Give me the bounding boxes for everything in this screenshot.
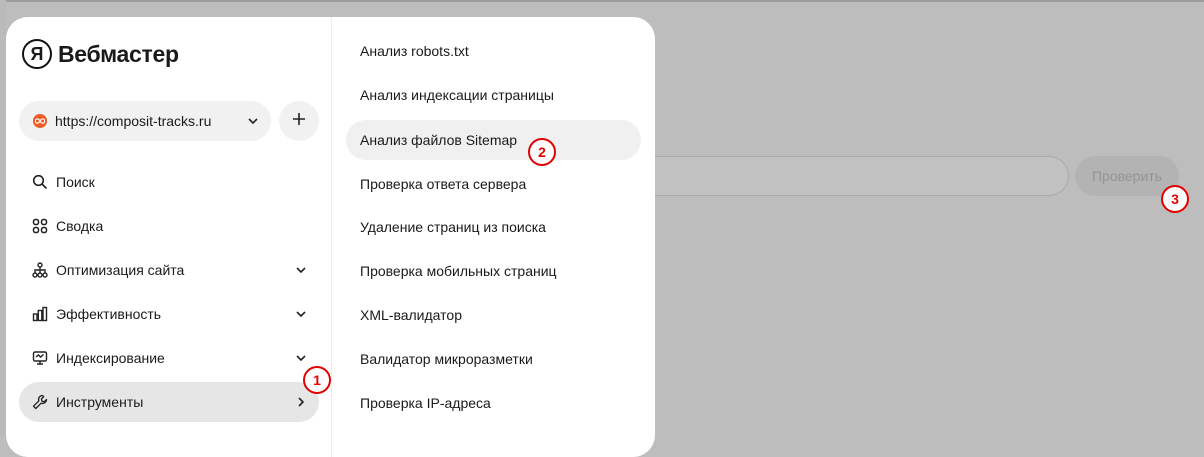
nav-item-label: Поиск <box>56 174 95 190</box>
chevron-right-icon <box>295 395 307 411</box>
nav-item-indexing[interactable]: Индексирование <box>19 338 319 378</box>
submenu-ip-check[interactable]: Проверка IP-адреса <box>346 383 641 423</box>
chevron-down-icon <box>295 351 307 367</box>
app-logo[interactable]: Я Вебмастер <box>22 39 179 69</box>
submenu-markup-validator[interactable]: Валидатор микроразметки <box>346 339 641 379</box>
submenu-page-removal[interactable]: Удаление страниц из поиска <box>346 207 641 247</box>
chevron-down-icon <box>247 114 259 130</box>
nav-item-label: Инструменты <box>56 394 144 410</box>
submenu-server-response-check[interactable]: Проверка ответа сервера <box>346 164 641 204</box>
menu-divider <box>331 17 332 457</box>
submenu-robots-analysis[interactable]: Анализ robots.txt <box>346 31 641 71</box>
nav-item-label: Индексирование <box>56 350 165 366</box>
submenu-page-indexing-analysis[interactable]: Анализ индексации страницы <box>346 75 641 115</box>
app-title: Вебмастер <box>58 40 179 67</box>
wrench-icon <box>31 393 49 411</box>
nav-item-site-optimization[interactable]: Оптимизация сайта <box>19 250 319 290</box>
nav-item-label: Оптимизация сайта <box>56 262 185 278</box>
monitor-icon <box>31 349 49 367</box>
submenu-sitemap-analysis[interactable]: Анализ файлов Sitemap <box>346 120 641 160</box>
site-favicon-icon <box>33 114 47 128</box>
submenu-xml-validator[interactable]: XML-валидатор <box>346 295 641 335</box>
nav-item-label: Эффективность <box>56 306 162 322</box>
yandex-logo-icon: Я <box>22 39 52 69</box>
annotation-marker-3: 3 <box>1161 185 1189 213</box>
window-top-border <box>0 0 1204 2</box>
submenu-mobile-check[interactable]: Проверка мобильных страниц <box>346 251 641 291</box>
nav-item-search[interactable]: Поиск <box>19 162 319 202</box>
plus-icon <box>292 112 306 131</box>
navigation-menu-panel: Я Вебмастер https://composit-tracks.ru П… <box>6 17 655 457</box>
nav-item-label: Сводка <box>56 218 104 234</box>
site-selector[interactable]: https://composit-tracks.ru <box>19 101 271 141</box>
url-check-input[interactable] <box>640 156 1069 196</box>
search-icon <box>31 173 49 191</box>
bar-chart-icon <box>31 305 49 323</box>
grid-icon <box>31 217 49 235</box>
nav-item-summary[interactable]: Сводка <box>19 206 319 246</box>
chevron-down-icon <box>295 263 307 279</box>
site-url: https://composit-tracks.ru <box>55 113 212 129</box>
sitemap-icon <box>31 261 49 279</box>
annotation-marker-1: 1 <box>303 366 331 394</box>
chevron-down-icon <box>295 307 307 323</box>
nav-item-efficiency[interactable]: Эффективность <box>19 294 319 334</box>
nav-item-tools[interactable]: Инструменты <box>19 382 319 422</box>
annotation-marker-2: 2 <box>528 138 556 166</box>
add-site-button[interactable] <box>279 101 319 141</box>
